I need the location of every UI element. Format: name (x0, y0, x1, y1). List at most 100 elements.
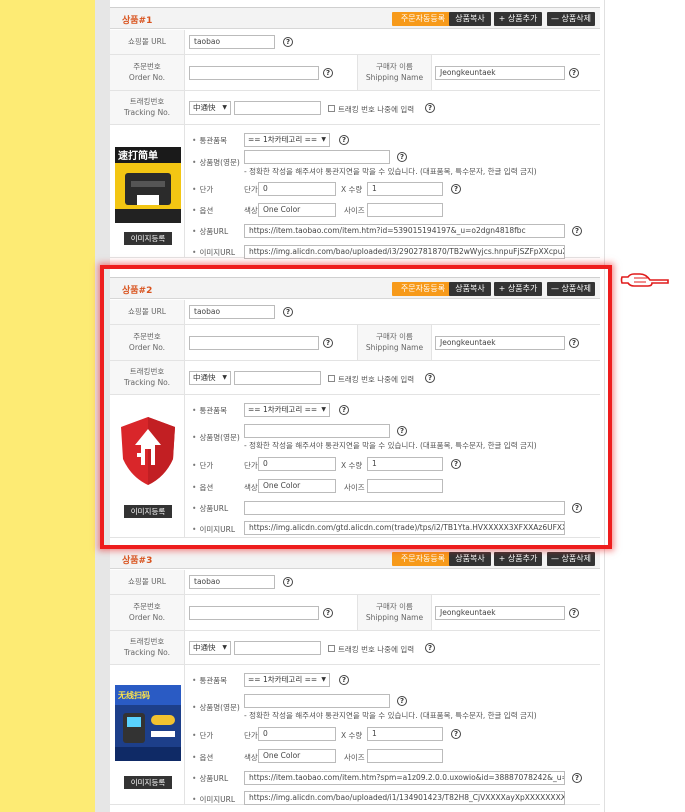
color-input[interactable]: One Color (258, 479, 336, 493)
help-icon[interactable]: ? (569, 608, 579, 618)
order-register-button[interactable]: 주문자동등록 (392, 552, 454, 566)
add-product-button[interactable]: + 상품추가 (494, 12, 542, 26)
order-register-button[interactable]: 주문자동등록 (392, 12, 454, 26)
url-label: 쇼핑몰 URL (110, 570, 185, 594)
size-sub-label: 사이즈 (344, 753, 365, 762)
order-number-input[interactable] (189, 66, 319, 80)
size-input[interactable] (367, 749, 443, 763)
image-register-button[interactable]: 이미지등록 (124, 232, 172, 245)
image-register-button[interactable]: 이미지등록 (124, 776, 172, 789)
help-icon[interactable]: ? (397, 426, 407, 436)
help-icon[interactable]: ? (339, 405, 349, 415)
size-input[interactable] (367, 203, 443, 217)
help-icon[interactable]: ? (569, 338, 579, 348)
shop-url-input[interactable]: taobao (189, 305, 275, 319)
name-en-input[interactable] (244, 150, 390, 164)
shop-url-input[interactable]: taobao (189, 575, 275, 589)
color-input[interactable]: One Color (258, 203, 336, 217)
quantity-input[interactable]: 1 (367, 182, 443, 196)
color-sub-label: 색상 (244, 206, 258, 215)
category-select[interactable]: == 1차카테고리 == ▼ (244, 673, 330, 687)
image-url-label: 이미지URL (192, 524, 235, 535)
copy-product-button[interactable]: 상품복사 (449, 282, 491, 296)
tracking-number-input[interactable] (234, 101, 321, 115)
help-icon[interactable]: ? (339, 135, 349, 145)
tracking-later-checkbox[interactable] (328, 645, 335, 652)
category-label: 통관품목 (192, 405, 227, 416)
carrier-select[interactable]: 中通快 ▼ (189, 641, 231, 655)
shipping-name-input[interactable]: Jeongkeuntaek (435, 66, 565, 80)
shop-url-input[interactable]: taobao (189, 35, 275, 49)
price-input[interactable]: 0 (258, 182, 336, 196)
name-en-label: 상품명(영문) (192, 702, 239, 713)
delete-product-button[interactable]: — 상품삭제 (547, 12, 595, 26)
help-icon[interactable]: ? (572, 503, 582, 513)
image-url-input[interactable]: https://img.alicdn.com/gtd.alicdn.com(tr… (244, 521, 565, 535)
help-icon[interactable]: ? (569, 68, 579, 78)
help-icon[interactable]: ? (283, 37, 293, 47)
url-label: 쇼핑몰 URL (110, 300, 185, 324)
url-row: 쇼핑몰 URL taobao ? (110, 570, 600, 595)
help-icon[interactable]: ? (283, 307, 293, 317)
help-icon[interactable]: ? (397, 696, 407, 706)
help-icon[interactable]: ? (451, 729, 461, 739)
image-url-input[interactable]: https://img.alicdn.com/bao/uploaded/i3/2… (244, 245, 565, 259)
tracking-label: 트래킹번호 Tracking No. (110, 91, 185, 124)
shipping-name-input[interactable]: Jeongkeuntaek (435, 336, 565, 350)
help-icon[interactable]: ? (425, 103, 435, 113)
color-input[interactable]: One Color (258, 749, 336, 763)
category-label: 통관품목 (192, 135, 227, 146)
order-number-input[interactable] (189, 606, 319, 620)
shipping-name-input[interactable]: Jeongkeuntaek (435, 606, 565, 620)
carrier-select[interactable]: 中通快 ▼ (189, 371, 231, 385)
category-select[interactable]: == 1차카테고리 == ▼ (244, 403, 330, 417)
tracking-later-checkbox[interactable] (328, 375, 335, 382)
carrier-select[interactable]: 中通快 ▼ (189, 101, 231, 115)
product-url-input[interactable]: https://item.taobao.com/item.htm?id=5390… (244, 224, 565, 238)
price-input[interactable]: 0 (258, 727, 336, 741)
help-icon[interactable]: ? (339, 675, 349, 685)
help-icon[interactable]: ? (572, 226, 582, 236)
help-icon[interactable]: ? (451, 459, 461, 469)
product-url-input[interactable]: https://item.taobao.com/item.htm?spm=a1z… (244, 771, 565, 785)
help-icon[interactable]: ? (572, 773, 582, 783)
help-icon[interactable]: ? (425, 643, 435, 653)
url-row: 쇼핑몰 URL taobao ? (110, 30, 600, 55)
order-register-button[interactable]: 주문자동등록 (392, 282, 454, 296)
product-thumbnail (115, 413, 181, 489)
copy-product-button[interactable]: 상품복사 (449, 552, 491, 566)
help-icon[interactable]: ? (397, 152, 407, 162)
tracking-number-input[interactable] (234, 371, 321, 385)
help-icon[interactable]: ? (451, 184, 461, 194)
order-number-input[interactable] (189, 336, 319, 350)
help-icon[interactable]: ? (323, 608, 333, 618)
add-product-button[interactable]: + 상품추가 (494, 282, 542, 296)
image-register-button[interactable]: 이미지등록 (124, 505, 172, 518)
quantity-input[interactable]: 1 (367, 727, 443, 741)
size-input[interactable] (367, 479, 443, 493)
image-url-input[interactable]: https://img.alicdn.com/bao/uploaded/i1/1… (244, 791, 565, 805)
price-label: 단가 (192, 730, 213, 741)
add-product-button[interactable]: + 상품추가 (494, 552, 542, 566)
price-input[interactable]: 0 (258, 457, 336, 471)
delete-product-button[interactable]: — 상품삭제 (547, 552, 595, 566)
product-url-label: 상품URL (192, 773, 228, 784)
help-icon[interactable]: ? (323, 68, 333, 78)
tracking-number-input[interactable] (234, 641, 321, 655)
tracking-later-checkbox[interactable] (328, 105, 335, 112)
name-en-hint: - 정확한 작성을 해주셔야 통관지연을 막을 수 있습니다. (대표품목, 특… (244, 167, 537, 176)
quantity-input[interactable]: 1 (367, 457, 443, 471)
product-url-input[interactable] (244, 501, 565, 515)
name-en-input[interactable] (244, 424, 390, 438)
help-icon[interactable]: ? (323, 338, 333, 348)
help-icon[interactable]: ? (283, 577, 293, 587)
name-en-label: 상품명(영문) (192, 432, 239, 443)
name-en-input[interactable] (244, 694, 390, 708)
option-label: 옵션 (192, 752, 213, 763)
help-icon[interactable]: ? (425, 373, 435, 383)
tracking-later-label: 트래킹 번호 나중에 입력 (338, 375, 415, 384)
chevron-down-icon: ▼ (321, 676, 326, 683)
category-select[interactable]: == 1차카테고리 == ▼ (244, 133, 330, 147)
copy-product-button[interactable]: 상품복사 (449, 12, 491, 26)
delete-product-button[interactable]: — 상품삭제 (547, 282, 595, 296)
